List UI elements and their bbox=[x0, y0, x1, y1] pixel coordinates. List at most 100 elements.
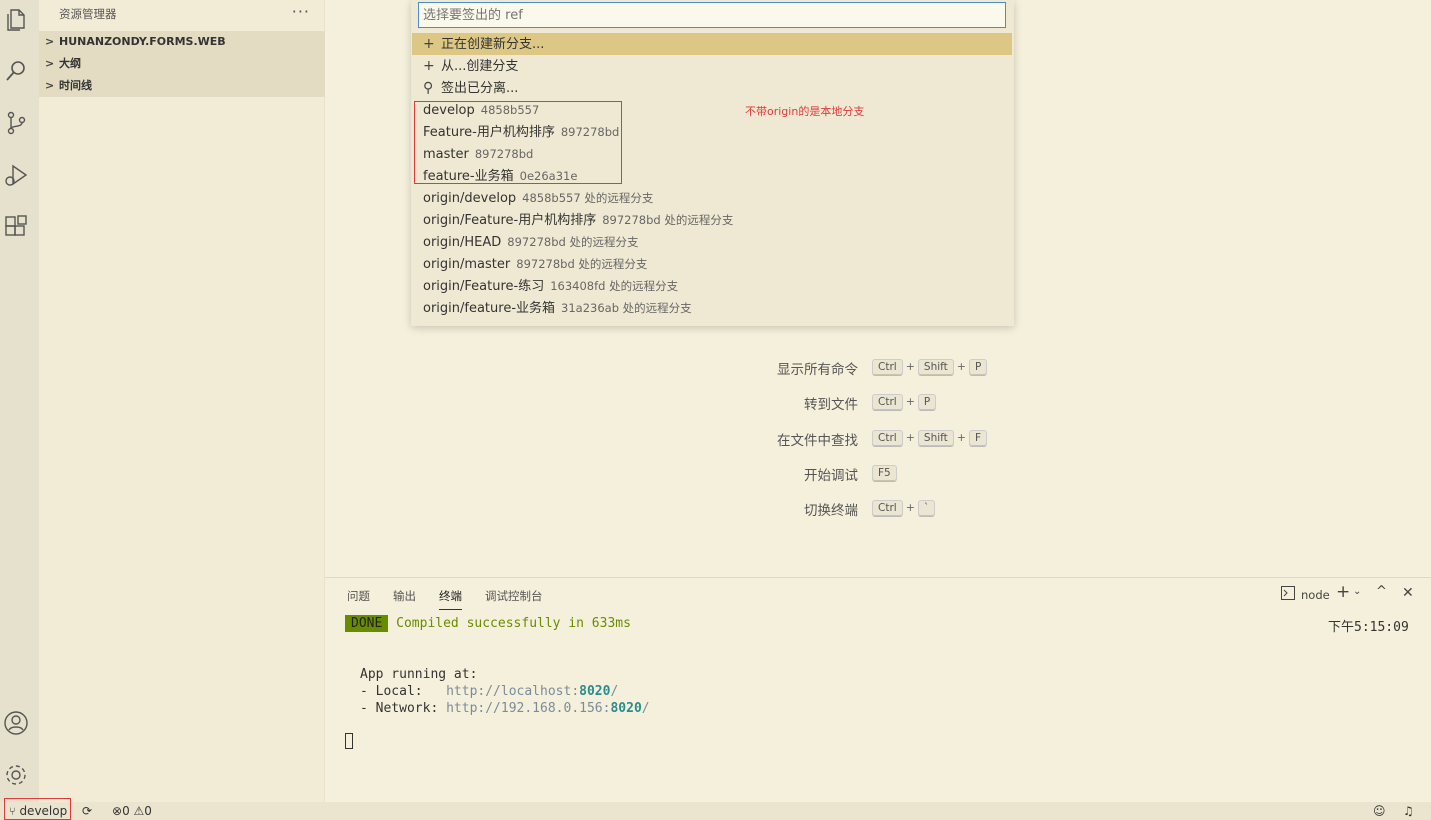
sync-icon[interactable]: ⟳ bbox=[82, 804, 92, 818]
local-branches-annotation-box bbox=[414, 101, 622, 184]
branch-name: origin/develop bbox=[423, 191, 517, 206]
network-label: - Network: bbox=[360, 701, 447, 716]
account-icon[interactable] bbox=[3, 710, 29, 736]
shortcut-label: 开始调试 bbox=[804, 468, 858, 484]
branch-desc: 4858b557 处的远程分支 bbox=[522, 191, 654, 205]
shortcut-row: 切换终端 Ctrl + ` bbox=[650, 499, 1150, 521]
link-icon: ⚲ bbox=[423, 80, 434, 96]
bottom-panel: 问题 输出 终端 调试控制台 node + ⌄ ^ ✕ DONE Compile… bbox=[325, 577, 1431, 802]
network-tail: / bbox=[641, 701, 650, 716]
checkout-detached-item[interactable]: ⚲ 签出已分离... bbox=[412, 77, 1012, 99]
new-terminal-icon[interactable]: + bbox=[1336, 582, 1350, 602]
local-url[interactable]: http://localhost: bbox=[446, 684, 579, 699]
explorer-icon[interactable] bbox=[3, 7, 29, 33]
create-branch-item[interactable]: + 正在创建新分支... bbox=[412, 33, 1012, 55]
terminal-name[interactable]: node bbox=[1301, 588, 1330, 602]
activity-bar bbox=[0, 0, 39, 802]
search-icon[interactable] bbox=[3, 58, 29, 84]
key-cap: Shift bbox=[917, 359, 954, 376]
run-debug-icon[interactable] bbox=[3, 162, 29, 188]
tab-debug-console[interactable]: 调试控制台 bbox=[485, 588, 543, 604]
key-cap: Ctrl bbox=[872, 430, 903, 447]
section-outline[interactable]: > 大纲 bbox=[39, 53, 325, 75]
plus-icon: + bbox=[423, 58, 435, 74]
key-cap: Ctrl bbox=[872, 359, 903, 376]
section-timeline[interactable]: > 时间线 bbox=[39, 75, 325, 97]
shortcut-label: 切换终端 bbox=[804, 503, 858, 519]
branch-item[interactable]: origin/Feature-练习 163408fd 处的远程分支 bbox=[412, 275, 1012, 297]
warning-count: 0 bbox=[144, 804, 152, 818]
tab-problems[interactable]: 问题 bbox=[347, 588, 370, 604]
extensions-icon[interactable] bbox=[3, 214, 29, 240]
branch-item[interactable]: origin/HEAD 897278bd 处的远程分支 bbox=[412, 231, 1012, 253]
compiled-text: Compiled successfully in 633ms bbox=[396, 616, 631, 631]
shortcut-row: 在文件中查找 Ctrl + Shift + F bbox=[650, 429, 1150, 451]
plus-icon: + bbox=[423, 36, 435, 52]
create-branch-from-item[interactable]: + 从...创建分支 bbox=[412, 55, 1012, 77]
branch-item[interactable]: origin/feature-业务箱 31a236ab 处的远程分支 bbox=[412, 297, 1012, 319]
warning-icon: ⚠ bbox=[133, 804, 145, 818]
branch-desc: 163408fd 处的远程分支 bbox=[550, 279, 679, 293]
section-label: 时间线 bbox=[59, 79, 92, 92]
app-running-text: App running at: bbox=[360, 667, 478, 682]
shortcut-label: 转到文件 bbox=[804, 397, 858, 413]
settings-gear-icon[interactable] bbox=[3, 762, 29, 788]
close-panel-icon[interactable]: ✕ bbox=[1402, 585, 1414, 601]
shortcut-label: 显示所有命令 bbox=[777, 362, 858, 378]
feedback-icon[interactable]: ☺ bbox=[1373, 804, 1386, 818]
network-url[interactable]: http://192.168.0.156: bbox=[446, 701, 610, 716]
network-port: 8020 bbox=[610, 701, 642, 716]
status-bar: ⑂ develop ⟳ ⊗0 ⚠0 ☺ ♫ bbox=[0, 802, 1431, 820]
maximize-panel-icon[interactable]: ^ bbox=[1376, 584, 1387, 599]
notifications-bell-icon[interactable]: ♫ bbox=[1403, 804, 1414, 818]
terminal-cursor bbox=[345, 733, 353, 749]
branch-item[interactable]: origin/Feature-用户机构排序 897278bd 处的远程分支 bbox=[412, 209, 1012, 231]
key-cap: P bbox=[969, 359, 988, 376]
terminal-done-line: DONE Compiled successfully in 633ms bbox=[345, 615, 631, 632]
shortcut-row: 开始调试 F5 bbox=[650, 464, 1150, 486]
branch-name: origin/Feature-用户机构排序 bbox=[423, 213, 597, 228]
key-cap: Ctrl bbox=[872, 500, 903, 517]
section-workspace[interactable]: > HUNANZONDY.FORMS.WEB bbox=[39, 31, 325, 53]
branch-item[interactable]: origin/master 897278bd 处的远程分支 bbox=[412, 253, 1012, 275]
local-tail: / bbox=[610, 684, 619, 699]
more-actions-icon[interactable]: ··· bbox=[292, 2, 310, 21]
sidebar: 资源管理器 ··· > HUNANZONDY.FORMS.WEB > 大纲 > … bbox=[39, 0, 325, 802]
local-url-line: - Local: http://localhost:8020/ bbox=[360, 684, 618, 699]
terminal-icon bbox=[1281, 586, 1295, 603]
chevron-right-icon: > bbox=[45, 57, 55, 70]
shortcut-label: 在文件中查找 bbox=[777, 433, 858, 449]
error-count: 0 bbox=[122, 804, 130, 818]
shortcut-row: 转到文件 Ctrl + P bbox=[650, 393, 1150, 415]
branch-desc: 31a236ab 处的远程分支 bbox=[561, 301, 692, 315]
key-cap: Shift bbox=[917, 430, 954, 447]
source-control-icon[interactable] bbox=[3, 110, 29, 136]
item-label: 签出已分离... bbox=[441, 81, 519, 96]
network-url-line: - Network: http://192.168.0.156:8020/ bbox=[360, 701, 650, 716]
branch-name: origin/master bbox=[423, 257, 511, 272]
branch-desc: 897278bd 处的远程分支 bbox=[516, 257, 648, 271]
chevron-right-icon: > bbox=[45, 79, 55, 92]
section-label: HUNANZONDY.FORMS.WEB bbox=[59, 35, 226, 48]
key-cap: F bbox=[969, 430, 988, 447]
ref-search-input[interactable] bbox=[418, 2, 1006, 28]
tab-output[interactable]: 输出 bbox=[393, 588, 416, 604]
branch-name: origin/Feature-练习 bbox=[423, 279, 545, 294]
chevron-right-icon: > bbox=[45, 35, 55, 48]
key-cap: F5 bbox=[872, 465, 897, 482]
annotation-note: 不带origin的是本地分支 bbox=[745, 105, 865, 118]
local-port: 8020 bbox=[579, 684, 611, 699]
key-cap: ` bbox=[917, 500, 936, 517]
key-cap: P bbox=[917, 394, 937, 411]
problems-status[interactable]: ⊗0 ⚠0 bbox=[112, 804, 152, 818]
tab-terminal[interactable]: 终端 bbox=[439, 588, 462, 610]
branch-item[interactable]: origin/develop 4858b557 处的远程分支 bbox=[412, 187, 1012, 209]
item-label: 正在创建新分支... bbox=[441, 37, 545, 52]
item-label: 从...创建分支 bbox=[441, 59, 519, 74]
terminal-time: 下午5:15:09 bbox=[1328, 620, 1409, 635]
section-label: 大纲 bbox=[59, 57, 81, 70]
local-label: - Local: bbox=[360, 684, 447, 699]
error-icon: ⊗ bbox=[112, 804, 123, 818]
branch-desc: 897278bd 处的远程分支 bbox=[602, 213, 734, 227]
chevron-down-icon[interactable]: ⌄ bbox=[1353, 586, 1361, 597]
